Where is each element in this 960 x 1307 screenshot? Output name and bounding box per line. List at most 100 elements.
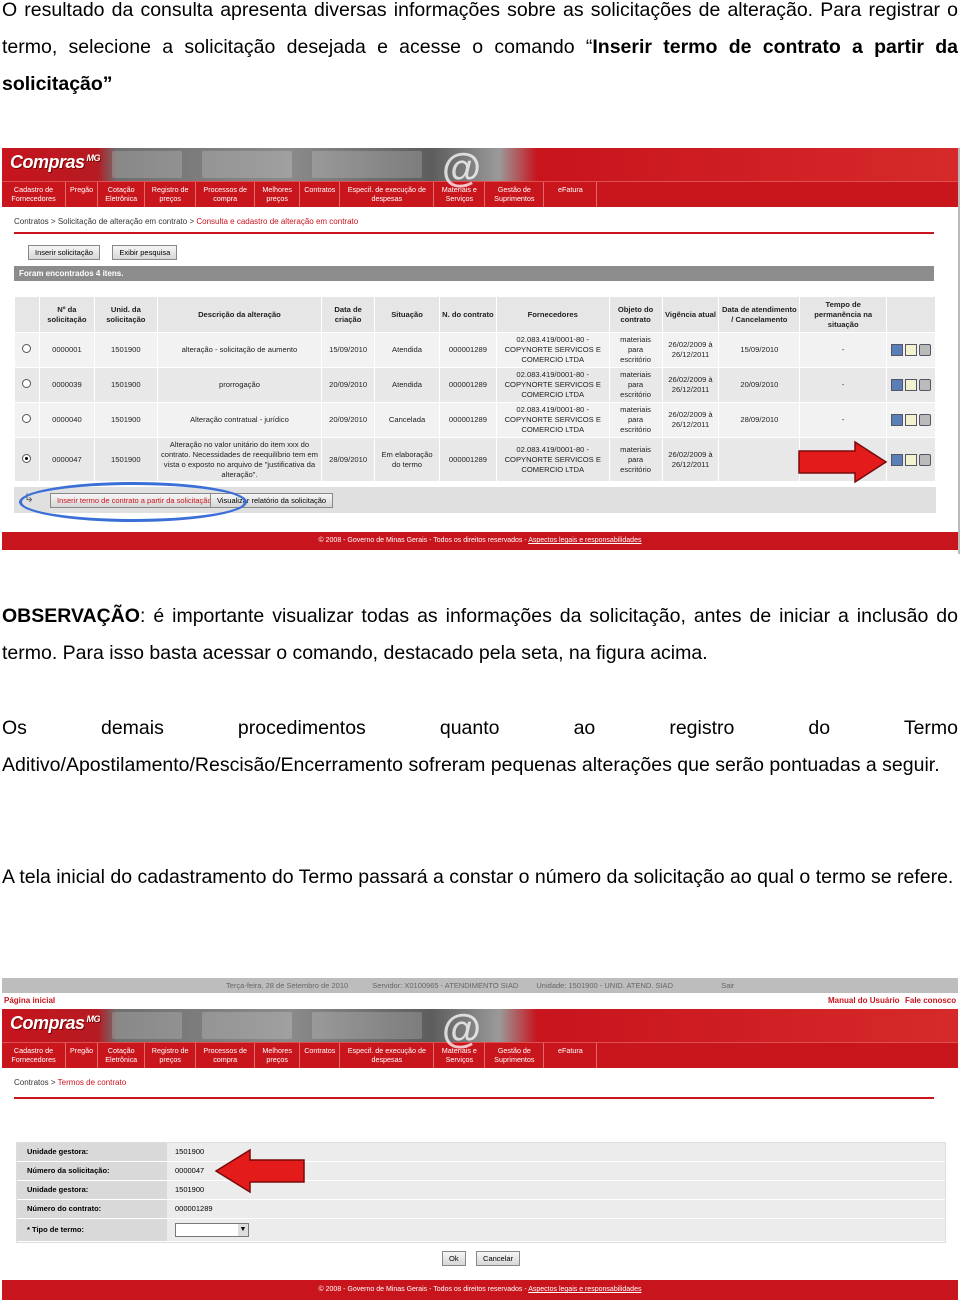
cell-num: 0000040 <box>38 402 95 438</box>
menu-item[interactable]: Pregão <box>66 182 99 207</box>
cell-status: Atendida <box>374 332 440 368</box>
col-header: Data de atendimento / Cancelamento <box>718 296 801 333</box>
cell-contract: 000001289 <box>438 367 497 403</box>
cell-time: - <box>799 332 888 368</box>
cell-desc: Alteração contratual - jurídico <box>156 402 323 438</box>
row-select-radio[interactable] <box>22 344 32 353</box>
cell-supplier: 02.083.419/0001-80 - COPYNORTE SERVICOS … <box>495 332 610 368</box>
row-select-radio[interactable] <box>22 453 32 463</box>
edit-icon[interactable] <box>905 344 918 356</box>
menu-item[interactable]: Melhores preços <box>255 1043 301 1068</box>
cell-unid: 1501900 <box>93 437 158 482</box>
menu-item[interactable]: Especif. de execução de despesas <box>340 182 435 207</box>
menu-item[interactable]: Processos de compra <box>196 1043 256 1068</box>
cell-date: 20/09/2010 <box>321 367 376 403</box>
print-icon[interactable] <box>919 379 932 391</box>
menu-item[interactable]: eFatura <box>544 182 598 207</box>
col-header[interactable]: Nº da solicitação <box>38 296 95 333</box>
cell-desc: alteração - solicitação de aumento <box>156 332 323 368</box>
term-form: Unidade gestora: 1501900 Número da solici… <box>16 1142 946 1243</box>
col-header[interactable]: Descrição da alteração <box>156 296 323 333</box>
menu-item[interactable]: Gestão de Suprimentos <box>485 1043 545 1068</box>
cell-object: materiais para escritório <box>608 437 663 482</box>
form-row: Número da solicitação: 0000047 <box>17 1162 945 1181</box>
row-select-radio[interactable] <box>22 379 32 388</box>
breadcrumb-solicitacao[interactable]: Solicitação de alteração em contrato <box>58 217 187 226</box>
breadcrumb-contratos[interactable]: Contratos <box>14 217 49 226</box>
home-link[interactable]: Página inicial <box>4 993 55 1009</box>
menu-item[interactable]: Registro de preços <box>145 1043 197 1068</box>
col-header: Tempo de permanência na situação <box>799 296 888 333</box>
menu-item[interactable]: Cotação Eletrônica <box>98 182 146 207</box>
view-report-icon[interactable] <box>891 414 904 426</box>
cell-object: materiais para escritório <box>608 402 663 438</box>
form-row: Número do contrato: 000001289 <box>17 1200 945 1219</box>
insert-request-button[interactable]: Inserir solicitação <box>28 245 100 260</box>
cancel-button[interactable]: Cancelar <box>476 1251 521 1266</box>
observation-label: OBSERVAÇÃO <box>2 605 140 627</box>
menu-item[interactable]: Cadastro de Fornecedores <box>2 1043 66 1068</box>
portal-footer: © 2008 - Governo de Minas Gerais - Todos… <box>2 532 958 550</box>
cell-supplier: 02.083.419/0001-80 - COPYNORTE SERVICOS … <box>495 402 610 438</box>
chevron-down-icon[interactable]: ▼ <box>238 1224 248 1237</box>
cell-unid: 1501900 <box>93 332 158 368</box>
menu-item[interactable]: Gestão de Suprimentos <box>485 182 545 207</box>
cell-num: 0000039 <box>38 367 95 403</box>
initial-screen-paragraph: A tela inicial do cadastramento do Termo… <box>2 866 954 888</box>
menu-item[interactable]: Especif. de execução de despesas <box>340 1043 435 1068</box>
cell-validity: 26/02/2009 à 26/12/2011 <box>661 332 720 368</box>
menu-item[interactable]: Cadastro de Fornecedores <box>2 182 66 207</box>
col-header[interactable]: Unid. da solicitação <box>93 296 158 333</box>
intro-paragraph: O resultado da consulta apresenta divers… <box>2 0 958 103</box>
col-header[interactable]: Data de criação <box>321 296 376 333</box>
menu-item[interactable]: Melhores preços <box>255 182 301 207</box>
menu-item[interactable]: Cotação Eletrônica <box>98 1043 146 1068</box>
highlight-oval <box>19 482 247 522</box>
session-topbar: Terça-feira, 28 de Setembro de 2010 Serv… <box>2 978 958 993</box>
print-icon[interactable] <box>919 453 932 466</box>
cell-attended: 28/09/2010 <box>718 402 801 438</box>
edit-icon[interactable] <box>905 379 918 391</box>
cell-desc: prorrogação <box>156 367 323 403</box>
menu-item[interactable]: Registro de preços <box>145 182 197 207</box>
cell-supplier: 02.083.419/0001-80 - COPYNORTE SERVICOS … <box>495 367 610 403</box>
ok-button[interactable]: Ok <box>442 1251 466 1266</box>
view-report-icon[interactable] <box>891 453 904 466</box>
portal-banner: Compras MG @ <box>2 1007 958 1051</box>
view-report-icon[interactable] <box>891 379 904 391</box>
col-header[interactable]: Situação <box>374 296 440 333</box>
col-header[interactable]: N. do contrato <box>438 296 497 333</box>
observation-paragraph: OBSERVAÇÃO: é importante visualizar toda… <box>2 598 958 672</box>
field-value: 000001289 <box>167 1200 945 1218</box>
menu-item[interactable]: Contratos <box>300 182 341 207</box>
legal-link[interactable]: Aspectos legais e responsabilidades <box>528 1286 641 1293</box>
legal-link[interactable]: Aspectos legais e responsabilidades <box>528 537 641 544</box>
col-header: Fornecedores <box>495 296 610 333</box>
view-report-icon[interactable] <box>891 344 904 356</box>
cell-date: 28/09/2010 <box>321 437 376 482</box>
portal-footer: © 2008 - Governo de Minas Gerais - Todos… <box>2 1280 958 1300</box>
field-label: Unidade gestora: <box>17 1181 167 1199</box>
cell-contract: 000001289 <box>438 332 497 368</box>
print-icon[interactable] <box>919 344 932 356</box>
cell-supplier: 02.083.419/0001-80 - COPYNORTE SERVICOS … <box>495 437 610 482</box>
row-select-radio[interactable] <box>22 414 32 423</box>
show-search-button[interactable]: Exibir pesquisa <box>112 245 178 260</box>
red-arrow-icon <box>798 440 888 484</box>
table-row: 0000039 1501900 prorrogação 20/09/2010 A… <box>14 367 936 403</box>
cell-time: - <box>799 367 888 403</box>
menu-item[interactable]: Pregão <box>66 1043 99 1068</box>
session-date: Terça-feira, 28 de Setembro de 2010 <box>226 981 349 990</box>
logout-link[interactable]: Sair <box>721 981 734 990</box>
breadcrumb-contratos[interactable]: Contratos <box>14 1078 49 1087</box>
term-type-select[interactable]: ▼ <box>175 1223 249 1238</box>
edit-icon[interactable] <box>905 453 918 466</box>
menu-item[interactable]: eFatura <box>544 1043 598 1068</box>
menu-item[interactable]: Processos de compra <box>196 182 256 207</box>
edit-icon[interactable] <box>905 414 918 426</box>
menu-item[interactable]: Contratos <box>300 1043 341 1068</box>
contact-link[interactable]: Fale conosco <box>905 993 956 1009</box>
print-icon[interactable] <box>919 414 932 426</box>
cell-desc: Alteração no valor unitário do item xxx … <box>156 437 323 482</box>
user-manual-link[interactable]: Manual do Usuário <box>828 993 900 1009</box>
